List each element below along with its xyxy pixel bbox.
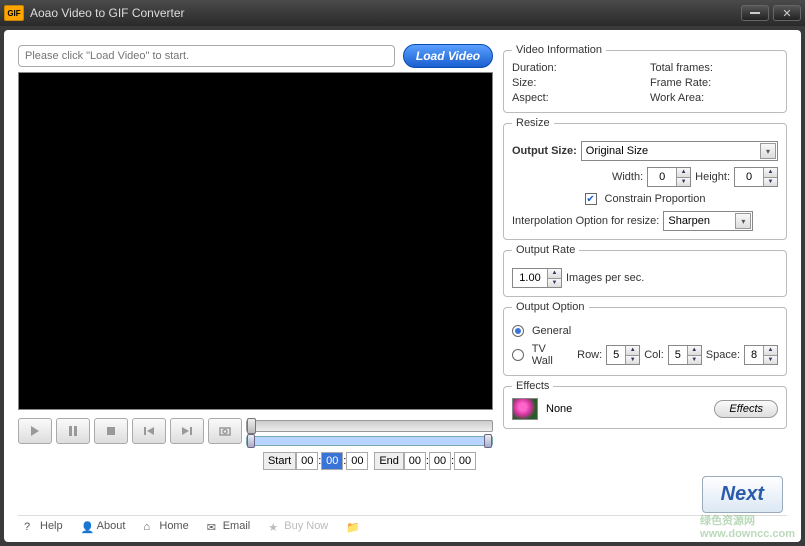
stop-button[interactable]	[94, 418, 128, 444]
output-size-combo[interactable]: Original Size ▾	[581, 141, 778, 161]
cart-icon: ★	[268, 521, 280, 531]
effect-thumbnail	[512, 398, 538, 420]
about-link[interactable]: 👤About	[81, 520, 126, 532]
height-spinner[interactable]: ▲▼	[734, 167, 778, 187]
work-area-label: Work Area:	[650, 92, 778, 104]
rate-input[interactable]	[513, 269, 547, 287]
start-hour[interactable]: 00	[296, 452, 318, 470]
col-spinner[interactable]: ▲▼	[668, 345, 702, 365]
start-sec[interactable]: 00	[346, 452, 368, 470]
start-time-group[interactable]: Start 00: 00: 00	[263, 452, 368, 470]
app-icon: GIF	[4, 5, 24, 21]
folder-icon: 📁	[346, 521, 358, 531]
next-frame-button[interactable]	[170, 418, 204, 444]
space-input[interactable]	[745, 346, 763, 364]
video-info-panel: Video Information Duration: Total frames…	[503, 44, 787, 113]
row-spinner[interactable]: ▲▼	[606, 345, 640, 365]
footer-bar: ?Help 👤About ⌂Home ✉Email ★Buy Now 📁	[18, 515, 787, 538]
playback-slider[interactable]	[246, 420, 493, 432]
video-preview	[18, 72, 493, 410]
play-button[interactable]	[18, 418, 52, 444]
mail-icon: ✉	[207, 521, 219, 531]
home-icon: ⌂	[143, 521, 155, 531]
help-icon: ?	[24, 521, 36, 531]
effects-panel: Effects None Effects	[503, 380, 787, 429]
output-size-label: Output Size:	[512, 145, 577, 157]
end-sec[interactable]: 00	[454, 452, 476, 470]
width-label: Width:	[612, 171, 643, 183]
aspect-label: Aspect:	[512, 92, 640, 104]
folder-link: 📁	[346, 521, 358, 531]
output-rate-legend: Output Rate	[512, 244, 579, 256]
output-option-panel: Output Option General TV Wall Row: ▲▼ Co…	[503, 301, 787, 376]
height-input[interactable]	[735, 168, 763, 186]
constrain-label: Constrain Proportion	[605, 193, 706, 205]
prev-frame-button[interactable]	[132, 418, 166, 444]
chevron-down-icon: ▾	[735, 213, 751, 229]
rate-spinner[interactable]: ▲▼	[512, 268, 562, 288]
load-video-button[interactable]: Load Video	[403, 44, 493, 68]
minimize-button[interactable]	[741, 5, 769, 21]
video-path-input[interactable]	[18, 45, 395, 67]
email-link[interactable]: ✉Email	[207, 520, 251, 532]
size-label: Size:	[512, 77, 640, 89]
col-input[interactable]	[669, 346, 687, 364]
title-bar: GIF Aoao Video to GIF Converter ✕	[0, 0, 805, 26]
rate-unit: Images per sec.	[566, 272, 644, 284]
total-frames-label: Total frames:	[650, 62, 778, 74]
tvwall-label: TV Wall	[532, 343, 569, 367]
output-size-value: Original Size	[586, 145, 648, 157]
constrain-checkbox[interactable]: ✔	[585, 193, 597, 205]
buy-link: ★Buy Now	[268, 520, 328, 532]
duration-label: Duration:	[512, 62, 640, 74]
help-link[interactable]: ?Help	[24, 520, 63, 532]
effect-value: None	[546, 403, 572, 415]
end-label: End	[374, 452, 404, 470]
end-hour[interactable]: 00	[404, 452, 426, 470]
col-label: Col:	[644, 349, 664, 361]
pause-button[interactable]	[56, 418, 90, 444]
interp-value: Sharpen	[668, 215, 710, 227]
tvwall-radio[interactable]	[512, 349, 524, 361]
resize-legend: Resize	[512, 117, 554, 129]
app-title: Aoao Video to GIF Converter	[30, 6, 741, 20]
row-input[interactable]	[607, 346, 625, 364]
next-button[interactable]: Next	[702, 476, 783, 513]
width-input[interactable]	[648, 168, 676, 186]
interp-combo[interactable]: Sharpen ▾	[663, 211, 753, 231]
space-spinner[interactable]: ▲▼	[744, 345, 778, 365]
resize-panel: Resize Output Size: Original Size ▾ Widt…	[503, 117, 787, 240]
range-slider[interactable]	[246, 436, 493, 446]
height-label: Height:	[695, 171, 730, 183]
end-time-group[interactable]: End 00: 00: 00	[374, 452, 476, 470]
row-label: Row:	[577, 349, 602, 361]
general-label: General	[532, 325, 571, 337]
person-icon: 👤	[81, 521, 93, 531]
start-min[interactable]: 00	[321, 452, 343, 470]
video-info-legend: Video Information	[512, 44, 606, 56]
output-option-legend: Output Option	[512, 301, 589, 313]
snapshot-button[interactable]	[208, 418, 242, 444]
output-rate-panel: Output Rate ▲▼ Images per sec.	[503, 244, 787, 297]
space-label: Space:	[706, 349, 740, 361]
close-button[interactable]: ✕	[773, 5, 801, 21]
effects-button[interactable]: Effects	[714, 400, 778, 418]
interp-label: Interpolation Option for resize:	[512, 215, 659, 227]
chevron-down-icon: ▾	[760, 143, 776, 159]
start-label: Start	[263, 452, 296, 470]
effects-legend: Effects	[512, 380, 553, 392]
frame-rate-label: Frame Rate:	[650, 77, 778, 89]
end-min[interactable]: 00	[429, 452, 451, 470]
general-radio[interactable]	[512, 325, 524, 337]
home-link[interactable]: ⌂Home	[143, 520, 188, 532]
width-spinner[interactable]: ▲▼	[647, 167, 691, 187]
